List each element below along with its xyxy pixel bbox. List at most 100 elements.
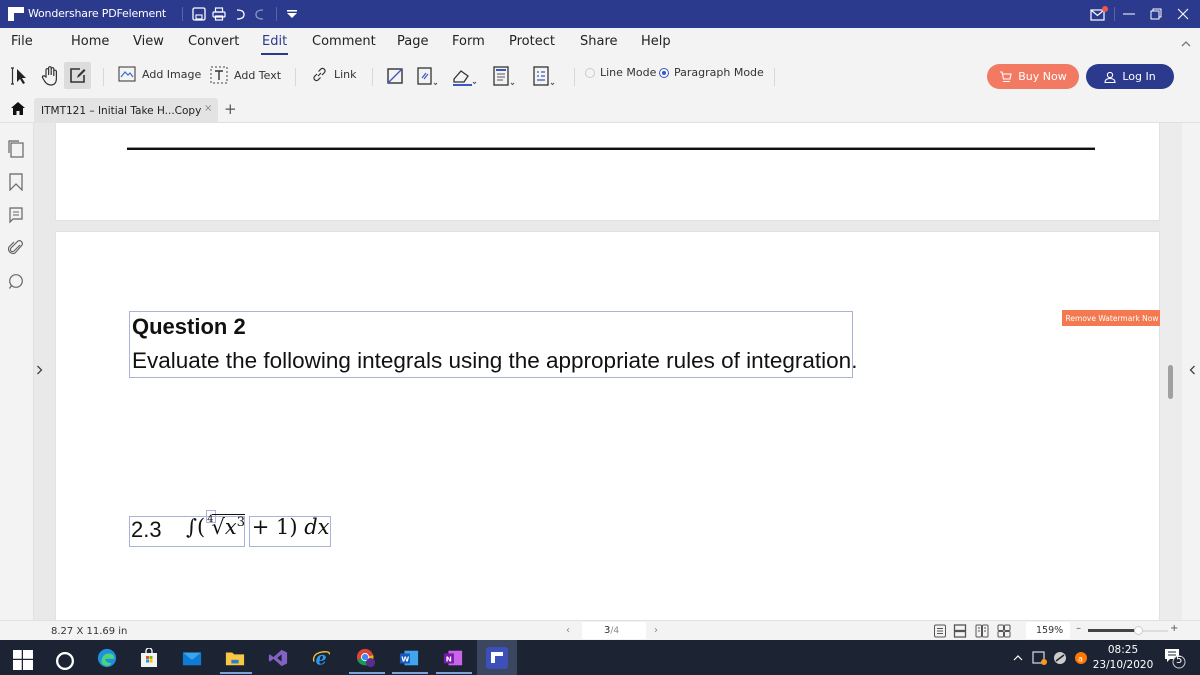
notification-count: 5 [1176,655,1183,666]
add-image-label: Add Image [142,67,202,81]
mail-icon[interactable] [1088,4,1110,24]
redo-icon[interactable] [254,6,266,22]
page-size: 8.27 X 11.69 in [51,626,128,637]
chrome-icon[interactable] [356,648,376,668]
watermark-icon[interactable] [452,66,478,88]
menu-edit[interactable]: Edit [260,34,289,55]
log-in-button[interactable]: Log In [1086,64,1174,89]
next-page-button[interactable]: › [654,625,658,636]
background-icon[interactable] [417,67,439,87]
menu-file[interactable]: File [11,34,33,49]
line-mode-radio-circle[interactable] [585,67,595,78]
mail-app-icon[interactable] [182,648,202,668]
page-number-input[interactable]: 3/4 [582,622,646,639]
zoom-in-button[interactable]: + [1170,623,1178,634]
menu-convert[interactable]: Convert [188,34,239,49]
collapse-ribbon-icon[interactable] [1181,40,1191,47]
document-tab[interactable]: ITMT121 – Initial Take H...Copy [34,98,218,123]
menu-home[interactable]: Home [71,34,109,49]
link-button[interactable]: Link [311,66,357,83]
buy-now-label: Buy Now [1018,70,1067,83]
edit-tool-button[interactable] [64,62,91,89]
tab-close-icon[interactable]: × [204,103,212,114]
word-icon[interactable]: W [399,648,419,668]
crop-icon[interactable] [386,67,404,85]
app-logo-icon [8,7,24,21]
file-explorer-icon[interactable] [225,648,245,668]
edge-icon[interactable] [97,648,117,668]
edit-toolbar: Add Image Add Text Link Line Mode Paragr… [0,58,1200,94]
customize-dropdown-icon[interactable] [286,6,298,22]
menu-protect[interactable]: Protect [509,34,555,49]
add-text-button[interactable]: Add Text [210,66,281,84]
document-workspace[interactable]: Question 2 Evaluate the following integr… [34,123,1182,623]
onenote-icon[interactable]: N [443,648,463,668]
vertical-scrollbar-thumb[interactable] [1168,365,1173,399]
integral-tail: + 1) [245,515,305,539]
new-tab-button[interactable]: + [224,100,237,118]
radical-sign: √x3 [211,514,246,539]
zoom-slider[interactable] [1088,626,1168,635]
question-text-block[interactable]: Question 2 Evaluate the following integr… [129,311,857,378]
zoom-slider-handle[interactable] [1133,626,1143,635]
undo-icon[interactable] [234,6,246,22]
show-hidden-icons-icon[interactable] [1013,654,1023,661]
single-page-view-icon[interactable] [933,624,947,638]
expand-left-panel-icon[interactable] [36,365,43,375]
attachment-icon[interactable] [8,239,24,257]
pdf-page-3: Question 2 Evaluate the following integr… [55,231,1162,623]
menu-help[interactable]: Help [641,34,671,49]
buy-now-button[interactable]: Buy Now [987,64,1079,89]
search-icon[interactable] [8,273,24,291]
store-icon[interactable] [139,648,159,668]
expand-right-panel-icon[interactable] [1189,365,1196,375]
windows-taskbar: e W N a 08:25 23/10/2020 5 [0,640,1200,675]
differential: dx [304,515,330,539]
avast-icon[interactable]: a [1073,650,1089,666]
select-tool-icon[interactable] [9,67,31,85]
link-icon [313,67,326,82]
menu-comment[interactable]: Comment [312,34,376,49]
menu-view[interactable]: View [133,34,164,49]
document-tab-bar: ITMT121 – Initial Take H...Copy × + [0,94,1200,123]
add-image-icon [118,66,136,82]
bookmark-icon[interactable] [8,173,24,191]
cortana-icon[interactable] [55,651,75,671]
header-footer-icon[interactable] [493,66,517,88]
link-label: Link [334,68,357,81]
system-clock[interactable]: 08:25 23/10/2020 [1092,643,1154,673]
menu-page[interactable]: Page [397,34,428,49]
print-icon[interactable] [212,6,226,22]
two-page-continuous-view-icon[interactable] [997,624,1011,638]
previous-page-button[interactable]: ‹ [566,625,570,636]
menu-form[interactable]: Form [452,34,485,49]
question-instructions: Evaluate the following integrals using t… [132,348,858,373]
close-icon[interactable] [1172,4,1194,24]
cart-icon [1000,70,1012,82]
add-image-button[interactable]: Add Image [118,66,201,82]
network-icon[interactable] [1052,650,1068,666]
restore-icon[interactable] [1145,4,1167,24]
two-page-view-icon[interactable] [975,624,989,638]
line-mode-radio[interactable]: Line Mode [585,66,656,79]
zoom-out-button[interactable]: – [1076,623,1081,634]
zoom-level: 159% [1036,625,1064,636]
tray-app-icon[interactable] [1032,650,1048,666]
thumbnails-icon[interactable] [8,140,24,158]
paragraph-mode-radio-circle[interactable] [659,67,669,78]
visual-studio-icon[interactable] [268,648,288,668]
windows-start-icon[interactable] [13,650,33,670]
home-icon[interactable] [11,102,25,115]
save-icon[interactable] [192,6,206,22]
minimize-icon[interactable] [1118,4,1140,24]
menu-share[interactable]: Share [580,34,618,49]
zoom-level-input[interactable]: 159% [1026,622,1070,639]
bates-number-icon[interactable] [533,66,557,88]
continuous-view-icon[interactable] [953,624,967,638]
pdfelement-taskbar-button[interactable] [477,640,517,675]
paragraph-mode-radio[interactable]: Paragraph Mode [659,66,764,79]
hand-tool-icon[interactable] [41,65,61,87]
internet-explorer-icon[interactable]: e [312,648,332,668]
remove-watermark-button[interactable]: Remove Watermark Now [1062,310,1162,326]
comment-icon[interactable] [8,206,24,224]
